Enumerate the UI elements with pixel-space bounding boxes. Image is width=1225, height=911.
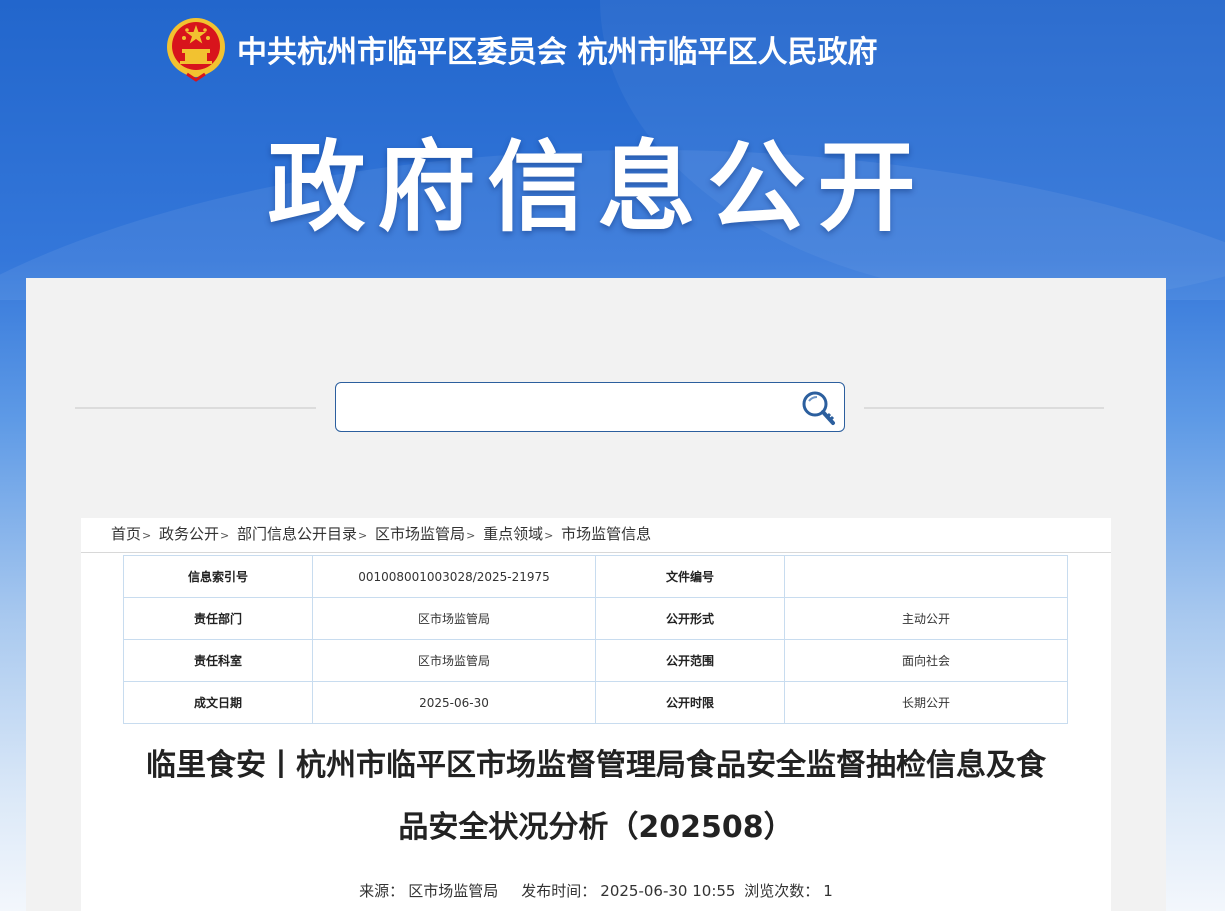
source-label: 来源： [359,882,405,900]
info-value: 长期公开 [784,681,1068,724]
info-label: 信息索引号 [123,555,313,598]
breadcrumb-key-areas[interactable]: 重点领域 [483,525,543,543]
breadcrumb-separator: > [220,529,230,542]
info-value: 2025-06-30 [312,681,596,724]
search-divider-left [75,407,316,409]
info-label: 公开时限 [595,681,785,724]
article-meta: 来源： 区市场监管局 发布时间： 2025-06-30 10:55 浏览次数： 1 [81,880,1111,901]
info-label: 文件编号 [595,555,785,598]
search-icon [802,391,835,425]
breadcrumb-gov-affairs[interactable]: 政务公开 [159,525,219,543]
info-label: 公开范围 [595,639,785,682]
info-value: 区市场监管局 [312,639,596,682]
info-value: 面向社会 [784,639,1068,682]
search-input[interactable] [346,391,790,423]
breadcrumb-market-bureau[interactable]: 区市场监管局 [375,525,465,543]
org-name: 中共杭州市临平区委员会 杭州市临平区人民政府 [237,35,878,70]
info-label: 责任部门 [123,597,313,640]
source-value: 区市场监管局 [408,882,499,900]
page-title: 政府信息公开 [267,131,928,245]
breadcrumb-separator: > [544,529,554,542]
info-value: 主动公开 [784,597,1068,640]
breadcrumb-market-info[interactable]: 市场监管信息 [561,525,651,543]
breadcrumb: 首页> 政务公开> 部门信息公开目录> 区市场监管局> 重点领域> 市场监管信息 [111,523,651,544]
info-label: 责任科室 [123,639,313,682]
info-value: 区市场监管局 [312,597,596,640]
views-count: 1 [823,882,833,900]
info-label: 成文日期 [123,681,313,724]
main-panel: 首页> 政务公开> 部门信息公开目录> 区市场监管局> 重点领域> 市场监管信息… [26,278,1166,911]
breadcrumb-separator: > [466,529,476,542]
table-row: 责任部门 区市场监管局 公开形式 主动公开 [123,597,1068,640]
views-label: 浏览次数： [744,882,820,900]
article-title-line: 临里食安丨杭州市临平区市场监督管理局食品安全监督抽检信息及食 [146,748,1046,783]
info-table: 信息索引号 001008001003028/2025-21975 文件编号 责任… [123,555,1068,724]
breadcrumb-home[interactable]: 首页 [111,525,141,543]
table-row: 信息索引号 001008001003028/2025-21975 文件编号 [123,555,1068,598]
breadcrumb-separator: > [358,529,368,542]
table-row: 责任科室 区市场监管局 公开范围 面向社会 [123,639,1068,682]
breadcrumb-dept-catalog[interactable]: 部门信息公开目录 [237,525,357,543]
info-label: 公开形式 [595,597,785,640]
article-title: 临里食安丨杭州市临平区市场监督管理局食品安全监督抽检信息及食 品安全状况分析（2… [101,735,1091,859]
breadcrumb-separator: > [142,529,152,542]
info-value [784,555,1068,598]
national-emblem-icon [167,18,225,82]
article-title-line: 品安全状况分析（202508） [398,810,794,845]
search-box [335,382,845,432]
site-header: 中共杭州市临平区委员会 杭州市临平区人民政府 [165,14,877,84]
info-value: 001008001003028/2025-21975 [312,555,596,598]
article-content: 首页> 政务公开> 部门信息公开目录> 区市场监管局> 重点领域> 市场监管信息… [81,518,1111,911]
breadcrumb-divider [81,552,1111,553]
publish-time: 2025-06-30 10:55 [600,882,736,900]
publish-label: 发布时间： [521,882,597,900]
search-divider-right [864,407,1104,409]
table-row: 成文日期 2025-06-30 公开时限 长期公开 [123,681,1068,724]
search-button[interactable] [798,387,840,427]
